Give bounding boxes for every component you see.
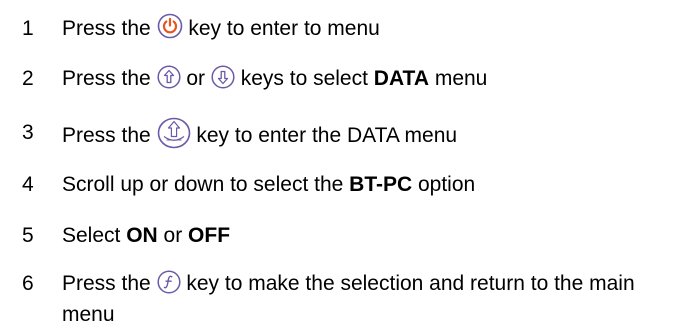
step-text: Press the or keys to select DATA menu (62, 63, 682, 94)
step-text-segment: Select (62, 224, 127, 247)
step-text: Press the key to enter to menu (62, 13, 682, 44)
step-text-segment: Press the (62, 17, 157, 40)
step-text: Scroll up or down to select the BT-PC op… (62, 169, 682, 200)
step-number: 5 (22, 224, 34, 247)
function-key-icon (156, 270, 181, 294)
step-text-segment: or (157, 224, 189, 247)
step-text-bold: DATA (373, 67, 429, 90)
instruction-steps: 1 Press the key to enter to menu 2 Press… (0, 0, 688, 326)
down-arrow-icon (211, 65, 235, 89)
step-text-segment: option (412, 173, 476, 196)
step-number: 6 (22, 272, 34, 295)
step-text-segment: menu (429, 67, 488, 90)
step-text-segment: keys to select (234, 67, 374, 90)
step-text-segment: or (180, 67, 211, 90)
step-number: 2 (22, 67, 34, 90)
step-text-segment: Press the (62, 272, 157, 295)
step-number: 1 (22, 17, 34, 40)
step-text-segment: key to enter the DATA menu (190, 124, 458, 147)
step-text-segment: Press the (62, 67, 157, 90)
step-text-bold: BT-PC (349, 173, 413, 196)
step-text-bold: ON (126, 224, 158, 247)
power-icon (157, 13, 183, 39)
step-text: Select ON or OFF (62, 220, 682, 251)
step-text-bold: OFF (188, 224, 231, 247)
step-text-segment: key to enter to menu (182, 17, 380, 40)
step-text: Press the key to make the selection and … (62, 268, 682, 330)
step-text: Press the key to enter the DATA menu (62, 117, 682, 151)
enter-key-icon (157, 117, 191, 149)
step-number: 4 (22, 173, 34, 196)
step-text-segment: Scroll up or down to select the (62, 173, 350, 196)
step-number: 3 (22, 121, 34, 144)
step-text-segment: Press the (62, 124, 157, 147)
up-arrow-icon (156, 65, 181, 89)
